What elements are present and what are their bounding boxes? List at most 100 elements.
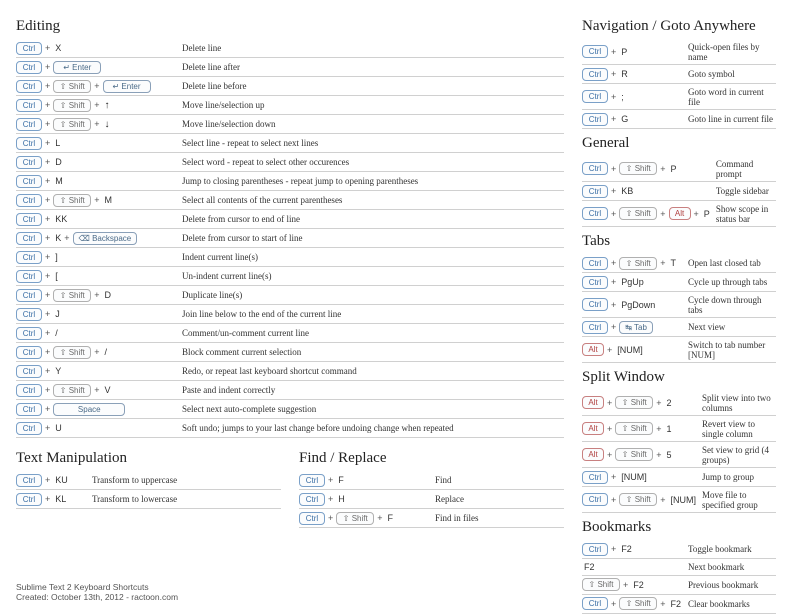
section-title: Tabs: [582, 233, 776, 250]
shortcut-keys: Ctrl+↹ Tab: [582, 318, 682, 337]
plus-separator: +: [611, 47, 616, 57]
shortcut-row: Ctrl+XDelete line: [16, 39, 564, 58]
plus-separator: +: [64, 233, 69, 243]
shortcut-description: Delete line before: [176, 77, 564, 96]
shortcut-keys: Ctrl+KL: [16, 490, 86, 509]
shortcut-row: Ctrl+PQuick-open files by name: [582, 39, 776, 65]
key-text: T: [671, 258, 677, 268]
shortcut-table: Ctrl+PQuick-open files by nameCtrl+RGoto…: [582, 39, 776, 129]
key-text: K: [55, 233, 61, 243]
shortcut-description: Comment/un-comment current line: [176, 324, 564, 343]
shift-key: ⇧ Shift: [582, 578, 620, 591]
shortcut-row: Ctrl+KLTransform to lowercase: [16, 490, 281, 509]
key-text: M: [55, 176, 63, 186]
ctrl-key: Ctrl: [299, 512, 325, 525]
plus-separator: +: [660, 258, 665, 268]
shift-key: ⇧ Shift: [615, 422, 653, 435]
plus-separator: +: [611, 322, 616, 332]
key-text: P: [671, 164, 677, 174]
key-text: F2: [584, 562, 595, 572]
ctrl-key: Ctrl: [299, 493, 325, 506]
shortcut-description: Delete line after: [176, 58, 564, 77]
shortcut-row: Ctrl+⇧ Shift+TOpen last closed tab: [582, 254, 776, 273]
plus-separator: +: [607, 345, 612, 355]
plus-separator: +: [45, 138, 50, 148]
shortcut-keys: Ctrl+X: [16, 39, 176, 58]
shortcut-keys: Alt+[NUM]: [582, 337, 682, 363]
ctrl-key: Ctrl: [16, 327, 42, 340]
ctrl-key: Ctrl: [16, 384, 42, 397]
shortcut-description: Revert view to single column: [696, 416, 776, 442]
key-text: H: [338, 494, 345, 504]
shortcut-keys: Ctrl+ P: [582, 39, 682, 65]
shortcut-row: Ctrl+⇧ Shift+↑Move line/selection up: [16, 96, 564, 115]
shortcut-keys: Alt+⇧ Shift+1: [582, 416, 696, 442]
shortcut-table: Ctrl+KUTransform to uppercaseCtrl+KLTran…: [16, 471, 281, 509]
ctrl-key: Ctrl: [16, 213, 42, 226]
plus-separator: +: [45, 233, 50, 243]
plus-separator: +: [45, 81, 50, 91]
shortcut-keys: Ctrl+KB: [582, 182, 710, 201]
footer: Sublime Text 2 Keyboard Shortcuts Create…: [16, 582, 178, 602]
plus-separator: +: [660, 495, 665, 505]
shortcut-description: Switch to tab number [NUM]: [682, 337, 776, 363]
shortcut-row: Ctrl+[Un-indent current line(s): [16, 267, 564, 286]
key-text: V: [105, 385, 111, 395]
shortcut-description: Select line - repeat to select next line…: [176, 134, 564, 153]
shift-key: ⇧ Shift: [53, 194, 91, 207]
ctrl-key: Ctrl: [582, 185, 608, 198]
shortcut-keys: Ctrl+⇧ Shift+F2: [582, 594, 682, 613]
key-text: L: [55, 138, 60, 148]
plus-separator: +: [45, 62, 50, 72]
shortcut-description: Un-indent current line(s): [176, 267, 564, 286]
shortcut-description: Move file to specified group: [696, 487, 776, 513]
plus-separator: +: [45, 271, 50, 281]
shortcut-description: Toggle sidebar: [710, 182, 776, 201]
shortcut-row: Ctrl+ L Select line - repeat to select nex…: [16, 134, 564, 153]
key-text: D: [105, 290, 112, 300]
plus-separator: +: [94, 347, 99, 357]
section-find-replace: Find / ReplaceCtrl+FFindCtrl+HReplaceCtr…: [299, 444, 564, 528]
plus-separator: +: [611, 209, 616, 219]
shortcut-keys: Ctrl+ L: [16, 134, 176, 153]
alt-key: Alt: [669, 207, 691, 220]
footer-credit: Created: October 13th, 2012 - ractoon.co…: [16, 592, 178, 602]
shortcut-row: F2Next bookmark: [582, 559, 776, 576]
plus-separator: +: [611, 92, 616, 102]
ctrl-key: Ctrl: [299, 474, 325, 487]
key-cap: ↵ Enter: [53, 61, 101, 74]
key-text: U: [55, 423, 62, 433]
key-text: P: [621, 47, 627, 57]
plus-separator: +: [45, 157, 50, 167]
shortcut-row: Alt+⇧ Shift+5Set view to grid (4 groups): [582, 442, 776, 468]
key-text: KK: [55, 214, 67, 224]
ctrl-key: Ctrl: [16, 137, 42, 150]
shortcut-description: Replace: [429, 490, 564, 509]
plus-separator: +: [611, 186, 616, 196]
shortcut-row: Ctrl+⇧ Shift+↓Move line/selection down: [16, 115, 564, 134]
shortcut-table: Ctrl+FFindCtrl+HReplaceCtrl+⇧ Shift+FFin…: [299, 471, 564, 528]
shortcut-keys: Ctrl+⇧ Shift+/: [16, 343, 176, 362]
shift-key: ⇧ Shift: [615, 448, 653, 461]
plus-separator: +: [45, 475, 50, 485]
shortcut-description: Set view to grid (4 groups): [696, 442, 776, 468]
ctrl-key: Ctrl: [582, 45, 608, 58]
key-text: 2: [667, 398, 672, 408]
key-text: KU: [55, 475, 68, 485]
shortcut-row: Ctrl+K+⌫ BackspaceDelete from cursor to …: [16, 229, 564, 248]
shift-key: ⇧ Shift: [336, 512, 374, 525]
shortcut-description: Block comment current selection: [176, 343, 564, 362]
arrow-glyph: ↑: [105, 100, 110, 111]
ctrl-key: Ctrl: [582, 113, 608, 126]
alt-key: Alt: [582, 343, 604, 356]
section-general: GeneralCtrl+⇧ Shift+PCommand promptCtrl+…: [582, 135, 776, 227]
ctrl-key: Ctrl: [582, 276, 608, 289]
shortcut-keys: Ctrl+K+⌫ Backspace: [16, 229, 176, 248]
shortcut-keys: F2: [582, 559, 682, 576]
shortcut-row: Ctrl+⇧ Shift+[NUM]Move file to specified…: [582, 487, 776, 513]
shortcut-row: Ctrl+PgUpCycle up through tabs: [582, 273, 776, 292]
key-cap: ↵ Enter: [103, 80, 151, 93]
shortcut-keys: Ctrl+F: [299, 471, 429, 490]
plus-separator: +: [45, 328, 50, 338]
plus-separator: +: [611, 472, 616, 482]
